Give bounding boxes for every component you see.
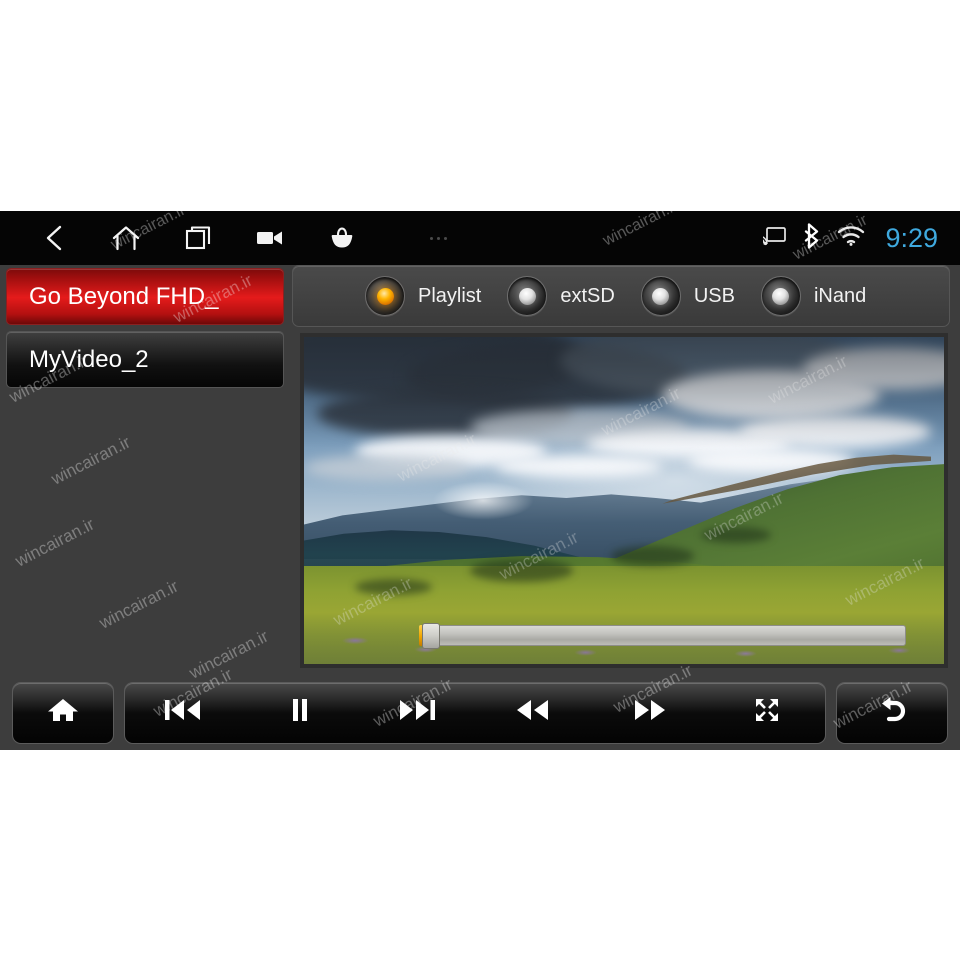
sun-glow [432,480,535,521]
video-frame: wincairan.ir wincairan.ir wincairan.ir w… [300,333,948,668]
cloud [304,454,471,481]
status-clock: 9:29 [885,222,938,253]
recents-button[interactable] [162,211,234,265]
back-button[interactable] [18,211,90,265]
back-button-group [836,681,948,744]
overflow-button[interactable] [378,211,498,265]
next-track-button[interactable] [358,682,475,744]
radio-knob-off-icon [760,276,801,316]
home-solid-icon [47,696,79,729]
playlist-item-label: MyVideo_2 [29,345,149,373]
rewind-icon [514,697,552,728]
bag-icon [329,225,355,251]
previous-track-button[interactable] [125,682,242,744]
cloud [496,454,663,478]
fullscreen-button[interactable] [708,682,825,744]
navigation-buttons [0,211,498,265]
seek-track[interactable] [419,625,906,646]
shrub-patch [611,546,695,566]
source-option-label: Playlist [418,284,482,307]
pause-icon [288,697,312,728]
player-body: Go Beyond FHD_ MyVideo_2 Playlist extSD [0,265,960,750]
transport-button-group [124,681,826,744]
playlist-item[interactable]: MyVideo_2 [6,331,284,388]
playlist-item-label: Go Beyond FHD_ [29,282,219,310]
wifi-icon[interactable] [837,225,865,252]
head-unit-screen: 9:29 wincairan.ir wincairan.ir wincairan… [0,211,960,750]
source-option-label: iNand [813,284,867,307]
rewind-button[interactable] [475,682,592,744]
video-seek-bar[interactable] [419,623,906,649]
shrub-patch [700,526,772,543]
seek-thumb[interactable] [422,623,441,649]
screen-watermark: wincairan.ir [600,211,681,250]
recents-icon [184,224,212,252]
source-option-inand[interactable]: iNand [760,276,867,316]
playlist-item[interactable]: Go Beyond FHD_ [6,268,284,325]
video-sky-shade [304,337,944,449]
skip-back-icon [163,697,203,728]
fast-forward-icon [631,697,669,728]
home-outline-icon [111,223,141,253]
android-status-bar: 9:29 wincairan.ir wincairan.ir wincairan… [0,211,960,265]
source-option-playlist[interactable]: Playlist [365,276,481,316]
cast-icon[interactable] [758,226,787,251]
chevron-left-icon [41,223,67,253]
source-option-label: USB [693,284,735,307]
radio-knob-off-icon [640,276,681,316]
source-option-extsd[interactable]: extSD [507,276,615,316]
fast-forward-button[interactable] [592,682,709,744]
camera-button[interactable] [234,211,306,265]
skip-forward-icon [397,697,437,728]
screenshot-canvas: wincairan.ir wincairan.ir [0,0,960,960]
status-indicators: 9:29 [758,222,960,254]
video-camera-icon [256,228,284,248]
radio-knob-off-icon [507,276,548,316]
source-selector-bar: Playlist extSD USB iNand [292,265,950,327]
home-button[interactable] [90,211,162,265]
apps-button[interactable] [306,211,378,265]
bluetooth-icon[interactable] [801,222,823,254]
overflow-dots-icon [429,236,447,240]
player-home-button[interactable] [13,682,113,744]
fullscreen-icon [753,696,781,729]
pause-button[interactable] [242,682,359,744]
source-option-label: extSD [560,284,615,307]
video-surface[interactable]: wincairan.ir wincairan.ir wincairan.ir w… [304,337,944,664]
player-back-button[interactable] [837,682,947,744]
home-button-group [12,681,114,744]
source-option-usb[interactable]: USB [640,276,735,316]
return-arrow-icon [876,695,908,730]
playlist-panel: Go Beyond FHD_ MyVideo_2 [0,265,290,671]
source-and-video-panel: Playlist extSD USB iNand wincairan.ir wi… [292,265,950,671]
radio-knob-on-icon [365,276,405,316]
transport-control-bar [0,675,960,750]
